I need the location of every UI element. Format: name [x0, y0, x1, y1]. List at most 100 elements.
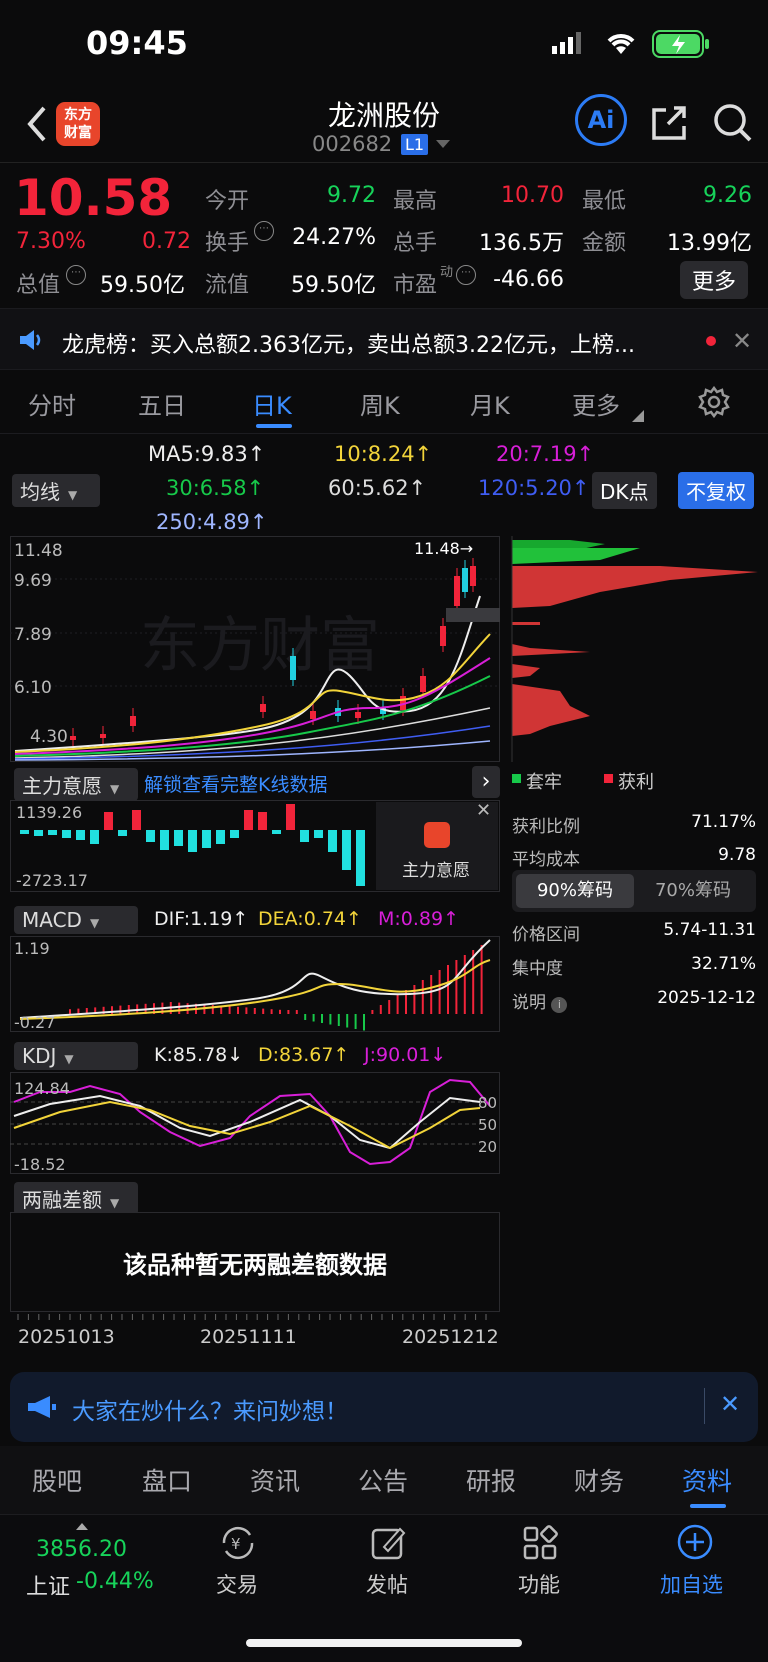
info-icon[interactable]: ⋯	[456, 265, 476, 285]
margin-selector[interactable]: 两融差额 ▼	[14, 1182, 138, 1215]
code-dropdown-icon[interactable]	[436, 140, 450, 148]
dk-point-button[interactable]: DK点	[592, 472, 657, 509]
k-line-chart[interactable]: 东方财富 11.48 9.69 7.89 6.10 4.30 11.48→	[10, 536, 500, 762]
chip-stat-value: 5.74-11.31	[663, 920, 756, 940]
chip-stat-value: 71.17%	[691, 812, 756, 832]
dropdown-icon: ▼	[68, 488, 78, 502]
tab-daily-k[interactable]: 日K	[252, 386, 292, 421]
expand-up-icon[interactable]	[76, 1523, 88, 1530]
amount-label: 金额	[582, 231, 627, 256]
macd-selector[interactable]: MACD ▼	[14, 906, 138, 934]
tab-pankou[interactable]: 盘口	[142, 1462, 192, 1498]
tab-guba[interactable]: 股吧	[32, 1462, 82, 1498]
signal-icon	[552, 32, 586, 54]
kdj-j: J:90.01↓	[364, 1044, 447, 1066]
amount-value: 13.99亿	[667, 231, 752, 256]
tab-finance[interactable]: 财务	[574, 1462, 624, 1498]
flow-bar	[20, 830, 29, 834]
nav-add-watchlist-label[interactable]: 加自选	[660, 1569, 723, 1599]
high-value: 10.70	[501, 183, 564, 208]
nav-trade-label[interactable]: 交易	[216, 1569, 258, 1599]
tab-five-day[interactable]: 五日	[138, 386, 186, 421]
pe-superscript: 动	[440, 265, 454, 280]
max-price-marker: 11.48→	[414, 539, 473, 558]
close-icon[interactable]: ✕	[720, 1390, 740, 1418]
flow-bar	[356, 830, 365, 886]
flow-bar	[118, 830, 127, 836]
flow-lock-icon	[424, 822, 450, 848]
kdj-80-label: 80	[478, 1094, 497, 1112]
share-icon[interactable]	[650, 104, 690, 146]
chip-distribution-chart[interactable]	[510, 536, 758, 762]
kdj-selector[interactable]: KDJ ▼	[14, 1042, 138, 1070]
turnover-label: 换手	[205, 231, 250, 256]
index-name[interactable]: 上证	[26, 1569, 70, 1601]
ma120-value: 120:5.20↑	[478, 476, 590, 500]
unlock-link[interactable]: 解锁查看完整K线数据	[144, 770, 327, 797]
function-grid-icon[interactable]	[522, 1525, 558, 1565]
flow-bar	[272, 830, 281, 834]
tab-chip-70[interactable]: 70%筹码	[634, 874, 752, 908]
dropdown-icon: ▼	[110, 1196, 120, 1210]
ma-selector[interactable]: 均线 ▼	[12, 474, 100, 507]
trade-icon[interactable]: ¥	[218, 1525, 258, 1565]
tab-monthly-k[interactable]: 月K	[470, 386, 510, 421]
chevron-right-icon[interactable]: ›	[472, 766, 500, 798]
flow-bar	[244, 810, 253, 830]
tab-intraday[interactable]: 分时	[28, 386, 76, 421]
nav-function-label[interactable]: 功能	[518, 1569, 560, 1599]
more-button[interactable]: 更多	[680, 261, 749, 299]
profit-legend-swatch	[604, 774, 613, 783]
chart-area: 东方财富 11.48 9.69 7.89 6.10 4.30 11.48→ 主力…	[0, 536, 768, 1366]
stock-header: 东方 财富 龙洲股份 002682 L1 Ai	[0, 90, 768, 162]
flow-selector[interactable]: 主力意愿 ▼	[14, 768, 138, 801]
tab-chip-90[interactable]: 90%筹码	[516, 874, 634, 908]
nav-post-label[interactable]: 发帖	[366, 1569, 408, 1599]
speaker-icon	[18, 329, 44, 355]
flow-card-label: 主力意愿	[402, 861, 470, 881]
level-badge: L1	[401, 134, 429, 155]
flow-bar	[90, 830, 99, 844]
settings-icon[interactable]	[698, 385, 730, 422]
flow-bar	[328, 830, 337, 852]
tab-research[interactable]: 研报	[466, 1462, 516, 1498]
float-value: 59.50亿	[291, 273, 376, 298]
flow-bar	[160, 830, 169, 850]
flow-bar	[48, 830, 57, 835]
flow-bar	[314, 830, 323, 838]
post-icon[interactable]	[370, 1525, 406, 1565]
index-value[interactable]: 3856.20	[36, 1537, 127, 1562]
ma30-value: 30:6.58↑	[166, 476, 265, 500]
kdj-top-label: 124.84	[14, 1079, 70, 1098]
close-icon[interactable]: ✕	[732, 327, 752, 355]
tab-more[interactable]: 更多	[572, 386, 620, 421]
info-icon[interactable]: ⋯	[66, 265, 86, 285]
ask-miaoxiang-bar[interactable]: 大家在炒什么？来问妙想！ ✕	[10, 1372, 758, 1442]
date-label-start: 20251013	[18, 1326, 115, 1348]
adjust-button[interactable]: 不复权	[678, 472, 754, 509]
kdj-d: D:83.67↑	[258, 1044, 350, 1066]
search-icon[interactable]	[712, 102, 754, 148]
flow-top-label: 1139.26	[16, 803, 82, 822]
tab-profile[interactable]: 资料	[682, 1462, 732, 1498]
chip-stat-label: 说明	[512, 993, 546, 1013]
index-change[interactable]: -0.44%	[76, 1569, 154, 1594]
tab-weekly-k[interactable]: 周K	[360, 386, 400, 421]
close-icon[interactable]: ✕	[476, 800, 491, 821]
macd-selector-label: MACD	[22, 908, 82, 932]
tab-announcements[interactable]: 公告	[358, 1462, 408, 1498]
notice-text: 龙虎榜：买入总额2.363亿元，卖出总额3.22亿元，上榜...	[62, 333, 635, 358]
chip-stat-label: 集中度	[512, 959, 563, 979]
dragon-tiger-notice[interactable]: 龙虎榜：买入总额2.363亿元，卖出总额3.22亿元，上榜... ✕	[0, 308, 768, 370]
ai-button[interactable]: Ai	[575, 94, 627, 146]
flow-bar	[104, 812, 113, 830]
info-icon[interactable]: i	[551, 997, 568, 1013]
change-amt: 0.72	[142, 229, 191, 254]
flow-bar	[230, 830, 239, 838]
y-label-5: 4.30	[30, 727, 68, 747]
info-icon[interactable]: ⋯	[254, 221, 274, 241]
add-watchlist-icon[interactable]	[676, 1523, 714, 1565]
flow-bar	[216, 830, 225, 844]
flow-bar	[62, 830, 71, 838]
tab-news[interactable]: 资讯	[250, 1462, 300, 1498]
